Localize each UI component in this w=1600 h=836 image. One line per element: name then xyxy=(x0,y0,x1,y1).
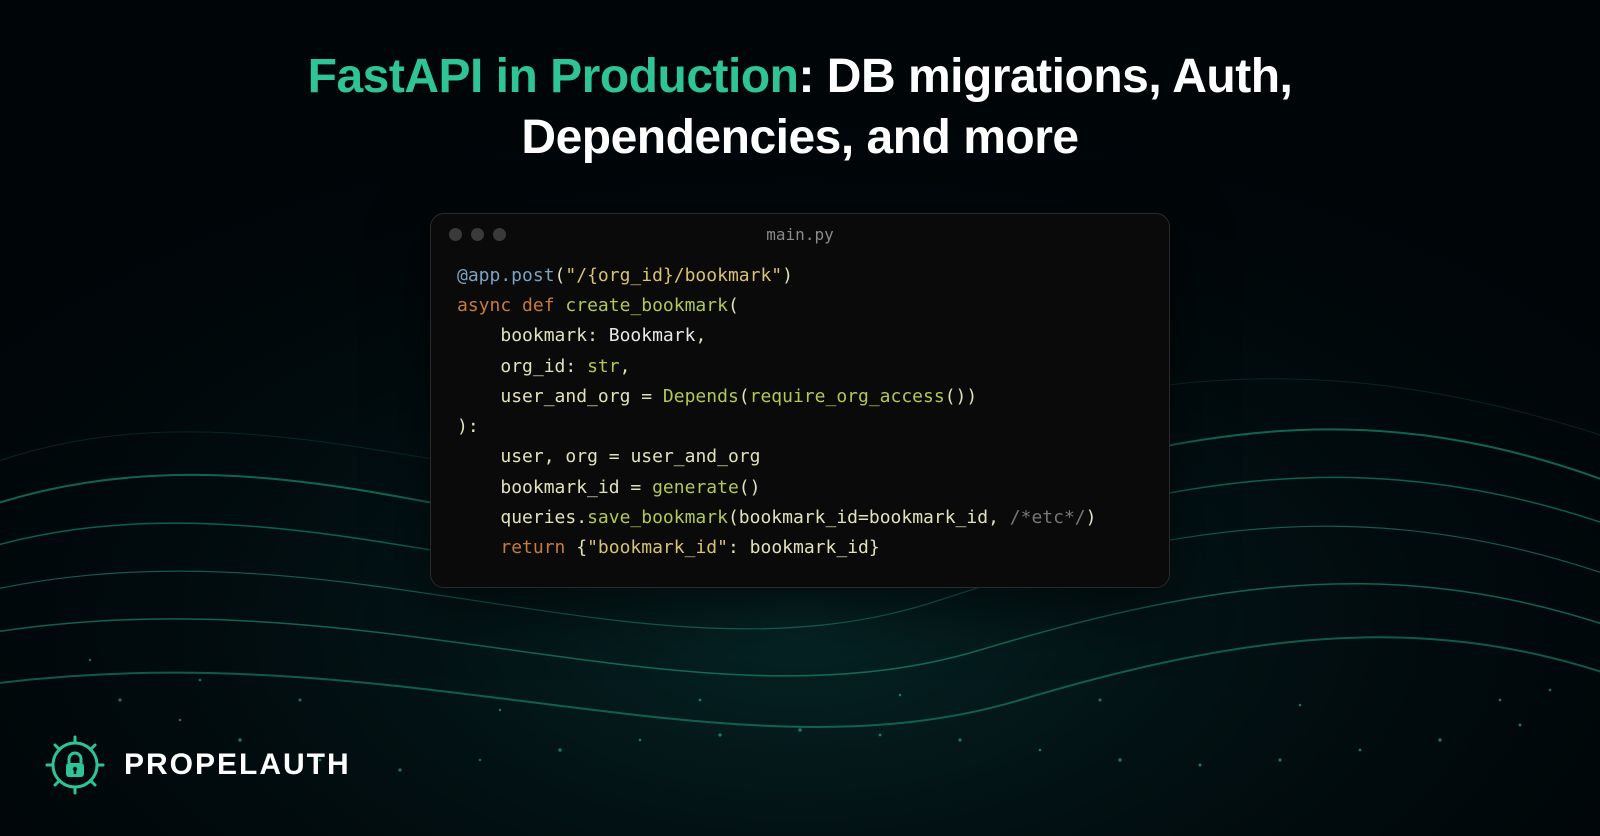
page-title: FastAPI in Production: DB migrations, Au… xyxy=(0,46,1600,169)
title-line-2: Dependencies, and more xyxy=(521,111,1078,164)
brand: PROPELAUTH xyxy=(44,734,351,796)
code-window-header: main.py xyxy=(431,214,1169,251)
code-window: main.py @app.post("/{org_id}/bookmark") … xyxy=(430,213,1170,588)
brand-name: PROPELAUTH xyxy=(124,748,351,782)
code-filename: main.py xyxy=(431,225,1169,244)
code-body: @app.post("/{org_id}/bookmark") async de… xyxy=(431,251,1169,587)
propelauth-lock-gear-icon xyxy=(44,734,106,796)
title-rest-1: : DB migrations, Auth, xyxy=(798,50,1292,103)
title-accent: FastAPI in Production xyxy=(308,50,799,103)
